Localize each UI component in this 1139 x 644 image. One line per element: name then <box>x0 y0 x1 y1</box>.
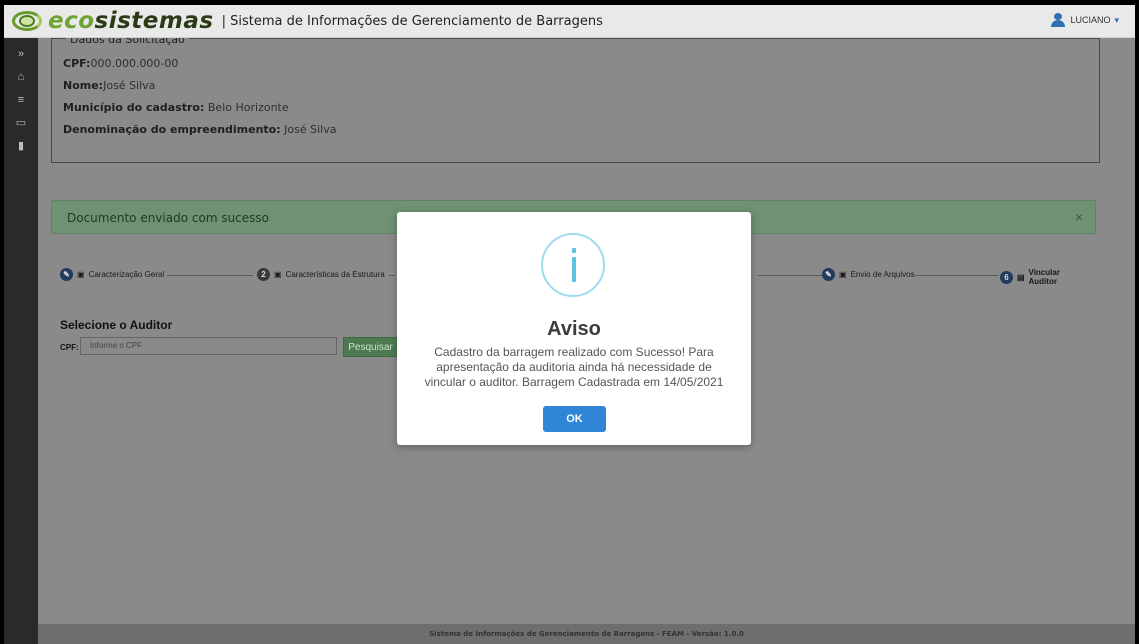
denominacao-row: Denominação do empreendimento: José Silv… <box>63 123 336 136</box>
app-title: | Sistema de Informações de Gerenciament… <box>221 13 603 29</box>
step-label: Características da Estrutura <box>285 270 385 279</box>
ok-button[interactable]: OK <box>543 406 606 432</box>
denominacao-value: José Silva <box>284 123 337 136</box>
cpf-label: CPF: <box>63 57 91 70</box>
dados-solicitacao-panel: Dados da Solicitação CPF:000.000.000-00 … <box>51 38 1100 163</box>
aviso-modal: Aviso Cadastro da barragem realizado com… <box>397 212 751 445</box>
step-caracteristicas-estrutura[interactable]: 2 ▣ Características da Estrutura <box>257 268 385 281</box>
municipio-row: Município do cadastro: Belo Horizonte <box>63 101 289 114</box>
caret-down-icon: ▾ <box>1114 14 1119 25</box>
info-icon <box>541 233 605 297</box>
auditor-section-title: Selecione o Auditor <box>60 318 173 332</box>
step-envio-arquivos[interactable]: ✎ ▣ Envio de Arquivos <box>822 268 915 281</box>
documents-icon[interactable]: ▮ <box>4 134 38 157</box>
municipio-label: Município do cadastro: <box>63 101 205 114</box>
step-connector <box>758 275 822 276</box>
modal-title: Aviso <box>547 318 601 340</box>
auditor-cpf-label: CPF: <box>60 343 79 352</box>
user-menu[interactable]: LUCIANO ▾ <box>1050 13 1119 27</box>
footer: Sistema de Informações de Gerenciamento … <box>38 624 1135 644</box>
brand-eco: eco <box>48 8 95 34</box>
cpf-row: CPF:000.000.000-00 <box>63 57 178 70</box>
user-name: LUCIANO <box>1070 15 1111 25</box>
nome-row: Nome:José Silva <box>63 79 155 92</box>
close-icon[interactable]: × <box>1075 209 1083 225</box>
pencil-icon: ✎ <box>60 268 73 281</box>
municipio-value: Belo Horizonte <box>207 101 289 114</box>
step-number-badge: 6 <box>1000 270 1013 284</box>
step-vincular-auditor[interactable]: 6 ▤ Vincular Auditor <box>1000 268 1090 286</box>
document-icon: ▣ <box>839 270 847 279</box>
id-card-icon[interactable]: ▭ <box>4 111 38 134</box>
document-icon: ▣ <box>274 270 282 279</box>
sidebar: » ⌂ ≡ ▭ ▮ <box>4 38 38 644</box>
app-window: ecosistemas | Sistema de Informações de … <box>0 0 1139 644</box>
step-connector <box>915 275 998 276</box>
auditor-cpf-input[interactable]: Informe o CPF <box>80 337 337 355</box>
document-icon: ▣ <box>77 270 85 279</box>
pencil-icon: ✎ <box>822 268 835 281</box>
user-icon <box>1050 13 1066 27</box>
top-bar: ecosistemas | Sistema de Informações de … <box>4 5 1135 38</box>
brand-name: ecosistemas <box>48 8 214 34</box>
home-icon[interactable]: ⌂ <box>4 65 38 88</box>
dados-legend: Dados da Solicitação <box>66 38 189 46</box>
step-label: Vincular Auditor <box>1028 268 1060 286</box>
ecosistemas-logo-icon <box>10 8 44 34</box>
step-caracterizacao-geral[interactable]: ✎ ▣ Caracterização Geral <box>60 268 164 281</box>
step-label: Envio de Arquivos <box>850 270 915 279</box>
nome-label: Nome: <box>63 79 104 92</box>
double-chevron-icon[interactable]: » <box>4 42 38 65</box>
nome-value: José Silva <box>103 79 156 92</box>
brand-sistemas: sistemas <box>94 8 214 34</box>
modal-message: Cadastro da barragem realizado com Suces… <box>424 345 724 389</box>
step-number-badge: 2 <box>257 268 270 281</box>
alert-text: Documento enviado com sucesso <box>67 211 270 225</box>
step-connector <box>167 275 253 276</box>
denominacao-label: Denominação do empreendimento: <box>63 123 281 136</box>
step-label: Caracterização Geral <box>88 270 165 279</box>
id-card-icon: ▤ <box>1016 272 1025 282</box>
step-connector <box>389 275 395 276</box>
menu-icon[interactable]: ≡ <box>4 88 38 111</box>
cpf-value: 000.000.000-00 <box>90 57 179 70</box>
search-button[interactable]: Pesquisar <box>343 337 398 357</box>
